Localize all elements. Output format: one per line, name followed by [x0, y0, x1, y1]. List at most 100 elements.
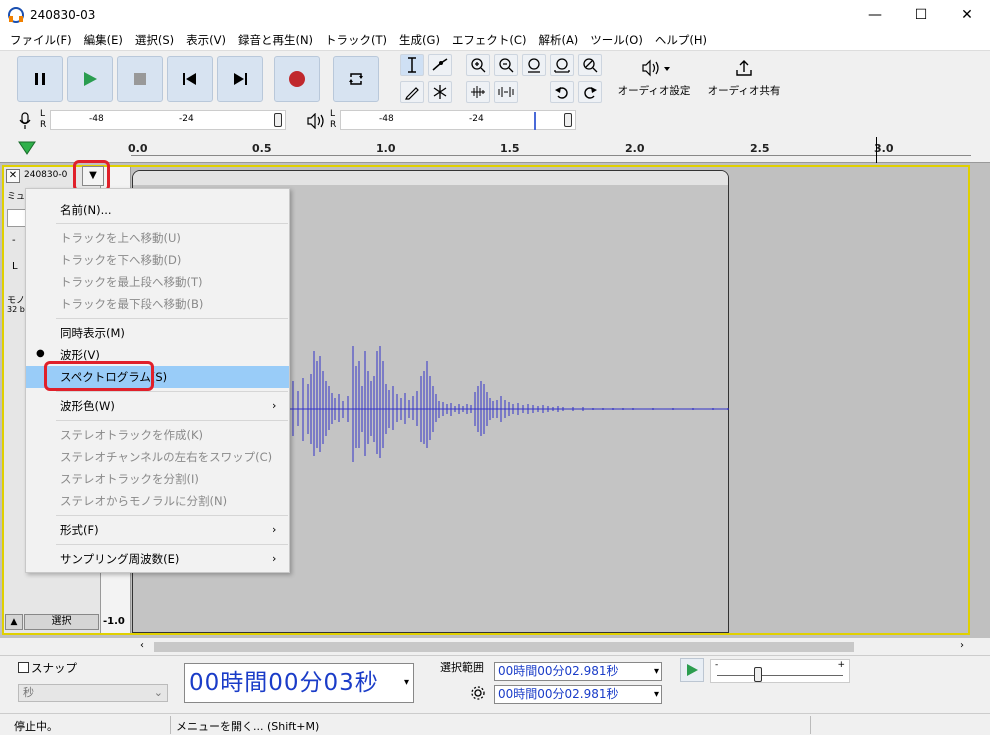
play-meter-l: L: [330, 109, 336, 119]
menu-generate[interactable]: 生成(G): [393, 30, 446, 50]
annotation-highlight-spectrogram: [44, 361, 154, 391]
close-track-button[interactable]: ✕: [6, 169, 20, 183]
stop-button[interactable]: [117, 56, 163, 102]
zoom-out-button[interactable]: [494, 54, 518, 76]
snap-unit-value: 秒: [23, 686, 34, 699]
menu-view[interactable]: 表示(V): [180, 30, 232, 50]
play-button[interactable]: [67, 56, 113, 102]
rec-volume-slider[interactable]: [274, 113, 282, 127]
draw-tool-button[interactable]: [400, 81, 424, 103]
skip-start-button[interactable]: [167, 56, 213, 102]
scroll-thumb[interactable]: [154, 642, 854, 652]
dropdown-icon[interactable]: ▾: [654, 686, 659, 703]
microphone-icon[interactable]: [18, 112, 32, 130]
skip-end-button[interactable]: [217, 56, 263, 102]
share-audio-label: オーディオ共有: [707, 85, 781, 97]
menu-move-top[interactable]: トラックを最上段へ移動(T): [26, 271, 289, 293]
time-format-dropdown-icon[interactable]: ▾: [404, 664, 410, 702]
silence-icon: [498, 87, 514, 97]
snap-unit-select[interactable]: 秒 ⌄: [18, 684, 168, 702]
record-button[interactable]: [274, 56, 320, 102]
zoom-in-button[interactable]: [466, 54, 490, 76]
close-button[interactable]: ✕: [944, 0, 990, 30]
menu-file[interactable]: ファイル(F): [4, 30, 78, 50]
envelope-tool-button[interactable]: [428, 54, 452, 76]
trim-button[interactable]: [466, 81, 490, 103]
status-divider: [170, 716, 171, 734]
ruler-baseline: [131, 155, 971, 156]
share-audio-button[interactable]: オーディオ共有: [704, 54, 784, 104]
selection-start-field[interactable]: 00時間00分02.981秒 ▾: [494, 662, 662, 681]
menu-edit[interactable]: 編集(E): [78, 30, 129, 50]
snap-checkbox[interactable]: [18, 662, 29, 673]
select-track-button[interactable]: 選択: [24, 614, 99, 630]
selection-end-field[interactable]: 00時間00分02.981秒 ▾: [494, 685, 662, 704]
menu-waveform-color[interactable]: 波形色(W): [26, 395, 289, 417]
silence-button[interactable]: [494, 81, 518, 103]
playback-speed-slider[interactable]: - +: [710, 659, 850, 683]
menu-analyze[interactable]: 解析(A): [532, 30, 584, 50]
recording-meter[interactable]: -48 -24: [50, 110, 286, 130]
menu-tools[interactable]: ツール(O): [584, 30, 649, 50]
minimize-button[interactable]: —: [852, 0, 898, 30]
loop-button[interactable]: [333, 56, 379, 102]
menu-help[interactable]: ヘルプ(H): [649, 30, 713, 50]
pause-button[interactable]: [17, 56, 63, 102]
gain-slider[interactable]: [7, 209, 27, 227]
mute-button[interactable]: ミュ: [7, 189, 25, 202]
menu-transport[interactable]: 録音と再生(N): [232, 30, 319, 50]
scale-min-label: -1.0: [103, 616, 125, 627]
rec-meter-l: L: [40, 109, 46, 119]
menu-effect[interactable]: エフェクト(C): [446, 30, 533, 50]
clip-header[interactable]: [133, 171, 728, 185]
zoom-fit-icon: [554, 58, 570, 73]
track-name-label[interactable]: 240830-0: [24, 170, 67, 180]
maximize-button[interactable]: ☐: [898, 0, 944, 30]
play-volume-slider[interactable]: [564, 113, 572, 127]
menu-make-stereo[interactable]: ステレオトラックを作成(K): [26, 424, 289, 446]
menu-move-down[interactable]: トラックを下へ移動(D): [26, 249, 289, 271]
fit-project-button[interactable]: [550, 54, 574, 76]
stop-icon: [134, 73, 146, 85]
play-at-speed-button[interactable]: [680, 658, 704, 682]
menu-move-bottom[interactable]: トラックを最下段へ移動(B): [26, 293, 289, 315]
gear-icon[interactable]: [470, 685, 486, 701]
time-display[interactable]: 00時間00分03秒 ▾: [184, 663, 414, 703]
collapse-track-button[interactable]: ▲: [5, 614, 23, 630]
menu-sample-rate[interactable]: サンプリング周波数(E): [26, 548, 289, 570]
timeline-ruler[interactable]: 0.0 0.5 1.0 1.5 2.0 2.5 3.0: [0, 135, 990, 163]
menu-separator: [56, 223, 288, 224]
play-tick-48: -48: [379, 114, 394, 124]
playback-meter[interactable]: -48 -24: [340, 110, 576, 130]
menu-name[interactable]: 名前(N)...: [26, 199, 289, 221]
menu-multiview[interactable]: 同時表示(M): [26, 322, 289, 344]
zoom-toggle-button[interactable]: [578, 54, 602, 76]
menu-format[interactable]: 形式(F): [26, 519, 289, 541]
audio-setup-button[interactable]: オーディオ設定: [614, 54, 694, 104]
envelope-icon: [432, 58, 448, 71]
speed-thumb[interactable]: [754, 667, 762, 682]
pencil-icon: [405, 87, 419, 100]
submenu-arrow-icon: ›: [272, 552, 277, 565]
menu-split-mono[interactable]: ステレオからモノラルに分割(N): [26, 490, 289, 512]
scroll-left-icon[interactable]: ‹: [140, 640, 144, 651]
window-title: 240830-03: [30, 8, 96, 22]
horizontal-scrollbar[interactable]: ‹ ›: [132, 640, 972, 654]
dropdown-icon[interactable]: ▾: [654, 663, 659, 680]
status-divider: [810, 716, 811, 734]
menu-select[interactable]: 選択(S): [129, 30, 180, 50]
undo-button[interactable]: [550, 81, 574, 103]
multi-tool-button[interactable]: [428, 81, 452, 103]
toolbar: オーディオ設定 オーディオ共有: [0, 50, 990, 107]
fit-selection-button[interactable]: [522, 54, 546, 76]
scroll-right-icon[interactable]: ›: [960, 640, 964, 651]
speaker-icon[interactable]: [306, 113, 326, 129]
menu-swap-channels[interactable]: ステレオチャンネルの左右をスワップ(C): [26, 446, 289, 468]
menu-split-stereo[interactable]: ステレオトラックを分割(I): [26, 468, 289, 490]
play-head-triangle-icon[interactable]: [18, 140, 36, 156]
selection-tool-button[interactable]: [400, 54, 424, 76]
menu-move-up[interactable]: トラックを上へ移動(U): [26, 227, 289, 249]
speed-track: [717, 675, 843, 676]
menu-tracks[interactable]: トラック(T): [319, 30, 393, 50]
redo-button[interactable]: [578, 81, 602, 103]
